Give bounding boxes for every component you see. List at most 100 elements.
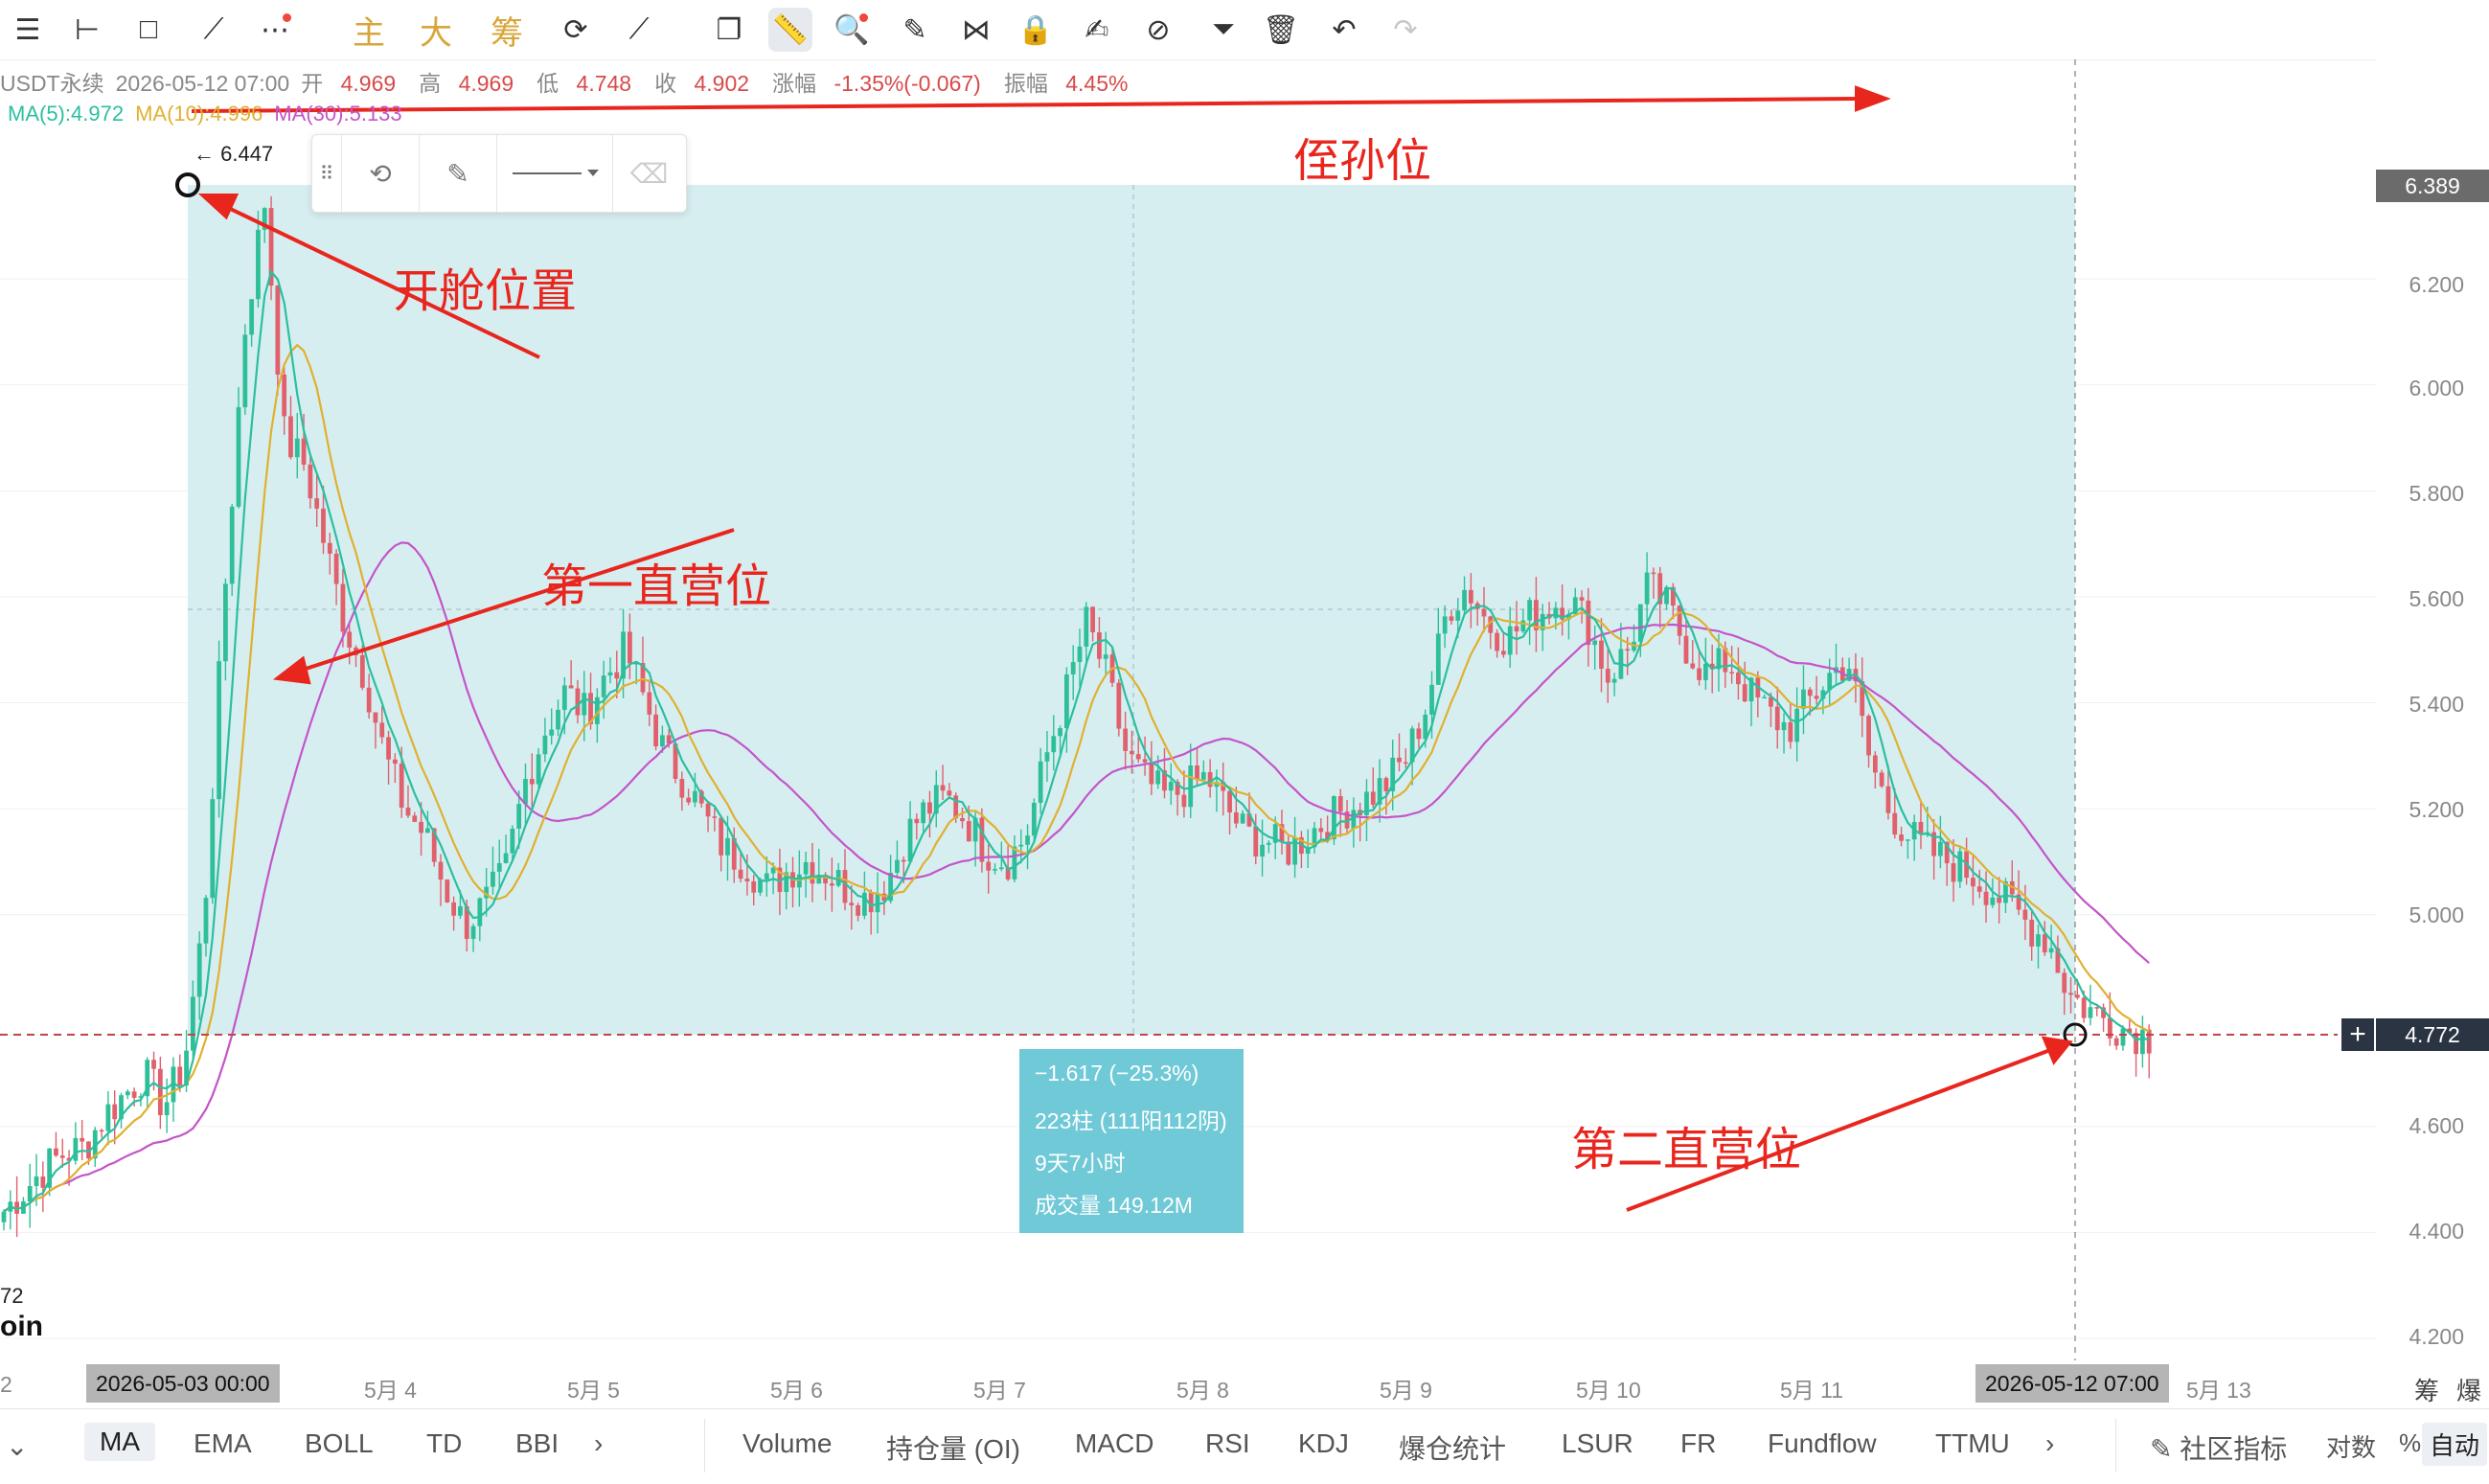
indicator-ma[interactable]: MA	[84, 1423, 155, 1461]
main-chart-button[interactable]: 主	[347, 8, 391, 52]
template-icon[interactable]: ⟲	[342, 135, 420, 212]
indicator-td[interactable]: TD	[426, 1428, 462, 1459]
candle-body	[1690, 663, 1696, 669]
candle-body	[256, 229, 261, 300]
zoom-in-icon[interactable]: 🔍	[830, 8, 874, 52]
sub-indicator-fundflow[interactable]: Fundflow	[1768, 1428, 1877, 1459]
sub-indicator-oi[interactable]: 持仓量 (OI)	[886, 1428, 1020, 1467]
log-scale-button[interactable]: 对数	[2326, 1428, 2376, 1464]
sub-indicator-rsi[interactable]: RSI	[1205, 1428, 1250, 1459]
filter-icon[interactable]: ⏷	[1201, 8, 1245, 52]
percent-scale-button[interactable]: %	[2399, 1428, 2421, 1458]
lock-icon[interactable]: 🔒	[1014, 8, 1058, 52]
indicator-boll[interactable]: BOLL	[305, 1428, 374, 1459]
candle-body	[796, 874, 802, 888]
candle-body	[1435, 633, 1441, 685]
candle-body	[99, 1130, 104, 1132]
sub-indicator-volume[interactable]: Volume	[742, 1428, 832, 1459]
community-indicator-button[interactable]: ✎ 社区指标	[2150, 1428, 2287, 1467]
sub-indicator-liquidation[interactable]: 爆仓统计	[1399, 1428, 1506, 1467]
measure-line-icon[interactable]: ⟋	[617, 8, 661, 52]
time-axis[interactable]: 2 2026-05-03 00:00 5月 4 5月 5 5月 6 5月 7 5…	[0, 1360, 2489, 1406]
candle-body	[1227, 790, 1232, 812]
clone-icon[interactable]: ❐	[707, 8, 751, 52]
pen-icon[interactable]: ✎	[893, 8, 937, 52]
candle-body	[249, 299, 255, 335]
candle-body	[1481, 608, 1487, 617]
horizontal-line-tool-icon[interactable]: ⊢	[65, 8, 109, 52]
delete-drawing-icon[interactable]: ⌫	[613, 135, 685, 212]
trash-icon[interactable]: 🗑	[1259, 8, 1303, 52]
auto-scale-button[interactable]: 自动	[2422, 1423, 2488, 1466]
redo-icon[interactable]: ↷	[1383, 8, 1427, 52]
rectangle-tool-icon[interactable]: □	[126, 8, 171, 52]
candle-body	[1233, 811, 1239, 824]
menu-icon[interactable]: ☰	[6, 8, 50, 52]
sub-indicator-ttmu[interactable]: TTMU	[1935, 1428, 2010, 1459]
candle-body	[1599, 640, 1604, 670]
undo-icon[interactable]: ↶	[1322, 8, 1366, 52]
drawing-object-toolbar: ⠿ ⟲ ✎ ⌫	[311, 134, 687, 213]
candle-body	[1997, 897, 2002, 903]
collapse-icon[interactable]: ⌄	[6, 1430, 28, 1462]
candle-body	[1736, 672, 1741, 685]
candle-body	[1012, 846, 1017, 879]
liquidation-toggle[interactable]: 爆	[2456, 1372, 2481, 1407]
sub-indicator-macd[interactable]: MACD	[1075, 1428, 1153, 1459]
candle-body	[510, 828, 515, 854]
color-pen-icon[interactable]: ✎	[420, 135, 497, 212]
candle-body	[1507, 626, 1513, 655]
candle-body	[1468, 589, 1473, 604]
price-axis[interactable]: 6.200 6.000 5.800 5.600 5.400 5.200 5.00…	[2376, 59, 2489, 1362]
trend-line-tool-icon[interactable]: ⟋	[192, 8, 236, 52]
chevron-right-icon[interactable]: ›	[594, 1428, 603, 1459]
candle-body	[705, 803, 711, 817]
candle-body	[1495, 632, 1499, 651]
line-style-dropdown[interactable]	[497, 135, 613, 212]
edit-icon[interactable]: ✍	[1075, 8, 1119, 52]
candle-body	[1123, 728, 1129, 751]
candle-body	[477, 898, 483, 926]
candle-body	[627, 631, 632, 664]
indicator-bar: ⌄ MA EMA BOLL TD BBI › Volume 持仓量 (OI) M…	[0, 1408, 2489, 1484]
candle-body	[2042, 934, 2047, 953]
hide-drawings-icon[interactable]: ⊘	[1136, 8, 1180, 52]
sub-indicator-kdj[interactable]: KDJ	[1298, 1428, 1349, 1459]
candle-body	[1, 1211, 7, 1222]
candle-body	[582, 693, 587, 716]
sub-indicator-lsur[interactable]: LSUR	[1562, 1428, 1633, 1459]
candle-body	[203, 898, 209, 944]
drag-handle-icon[interactable]: ⠿	[312, 135, 342, 212]
candle-body	[491, 871, 495, 887]
candle-body	[1018, 844, 1024, 847]
candle-body	[503, 853, 509, 863]
chip-toggle[interactable]: 筹	[2414, 1372, 2439, 1407]
large-order-button[interactable]: 大	[414, 8, 458, 52]
ma-legend: MA(5):4.972 MA(10):4.996 MA(30):5.133	[8, 102, 414, 126]
chip-distribution-button[interactable]: 筹	[485, 8, 529, 52]
candle-body	[1605, 669, 1610, 683]
candle-body	[1971, 878, 1975, 887]
candle-body	[125, 1091, 130, 1096]
candle-body	[2088, 1007, 2093, 1018]
chevron-right-icon[interactable]: ›	[2045, 1428, 2054, 1459]
candle-body	[347, 631, 353, 648]
candle-body	[275, 285, 281, 375]
candle-body	[842, 870, 848, 903]
replay-icon[interactable]: ⟳	[554, 8, 598, 52]
candle-body	[1729, 672, 1735, 674]
indicator-bbi[interactable]: BBI	[515, 1428, 559, 1459]
candle-body	[1872, 755, 1878, 773]
more-tools-icon[interactable]: ⋯	[253, 8, 297, 52]
candle-body	[1586, 600, 1591, 646]
indicator-ema[interactable]: EMA	[194, 1428, 252, 1459]
change-label: 涨幅	[772, 71, 817, 96]
add-alert-button[interactable]: +	[2341, 1018, 2374, 1051]
magnet-icon[interactable]: ⋈	[954, 8, 998, 52]
candle-body	[1814, 696, 1819, 699]
price-label: 4.600	[2409, 1113, 2464, 1138]
candle-body	[1462, 589, 1467, 611]
ruler-icon[interactable]: 📏	[768, 8, 812, 52]
sub-indicator-fr[interactable]: FR	[1680, 1428, 1716, 1459]
candle-body	[223, 583, 228, 662]
